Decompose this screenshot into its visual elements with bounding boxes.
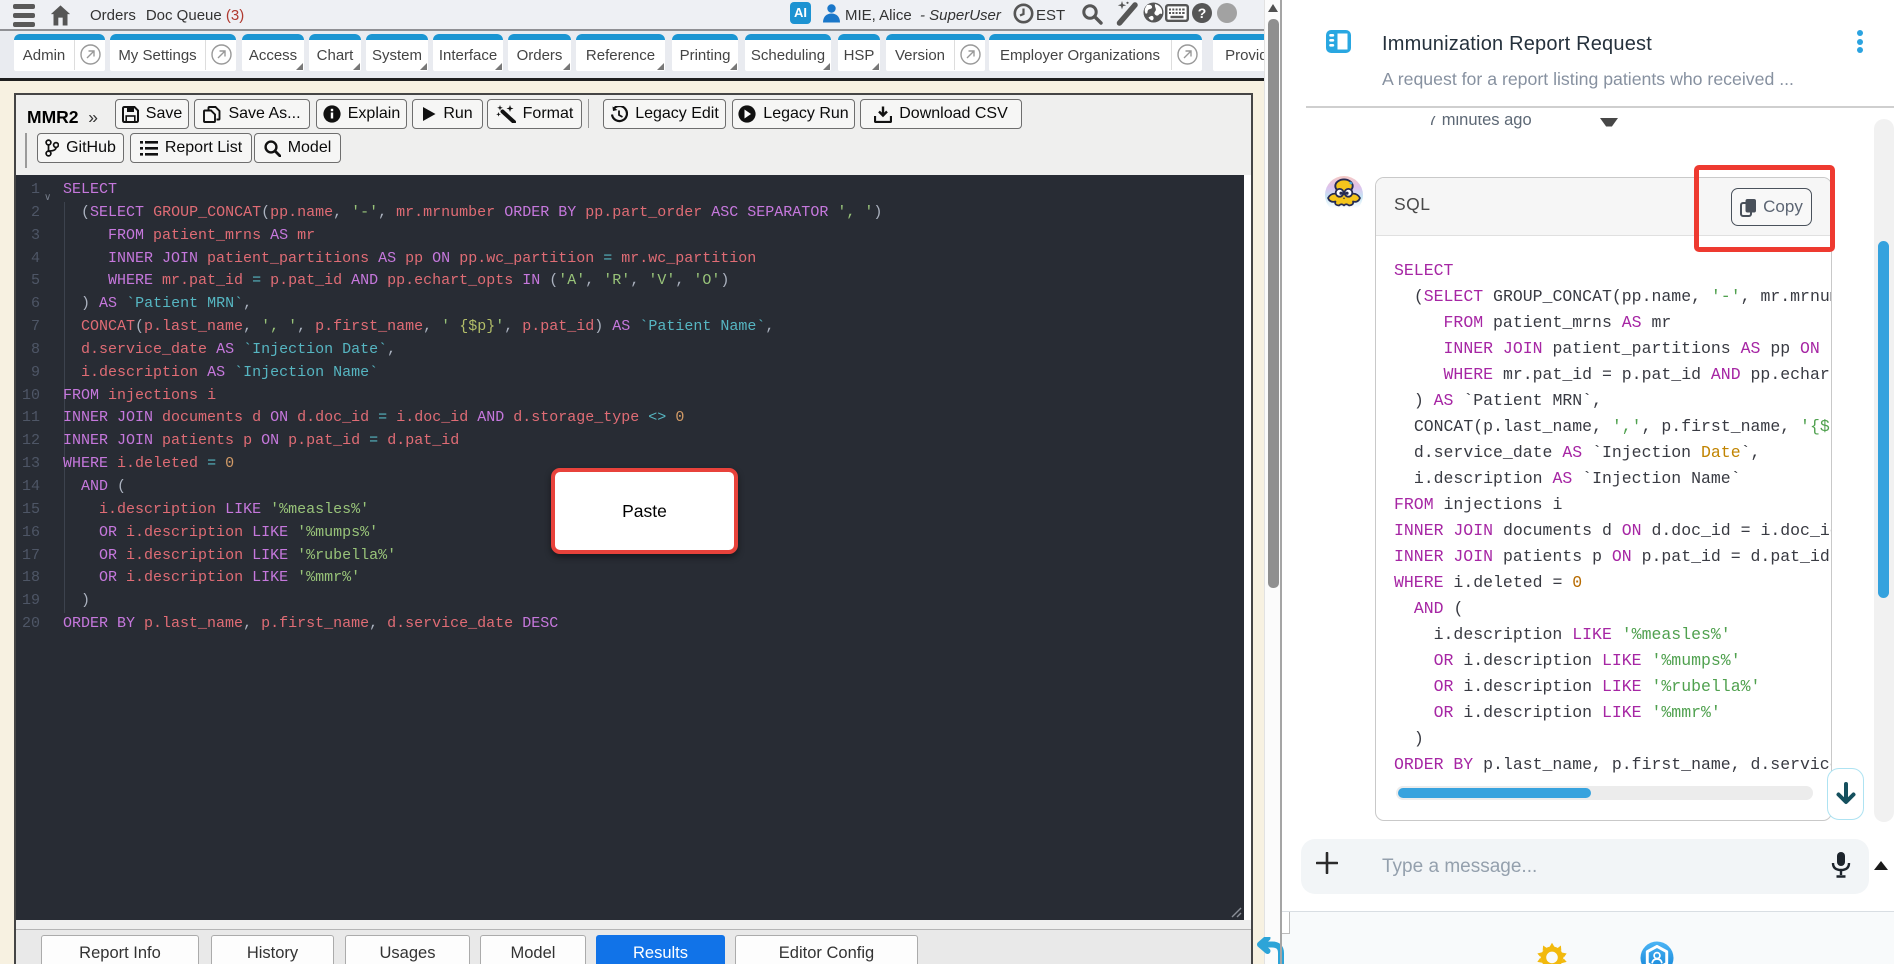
- svg-text:?: ?: [1198, 5, 1207, 21]
